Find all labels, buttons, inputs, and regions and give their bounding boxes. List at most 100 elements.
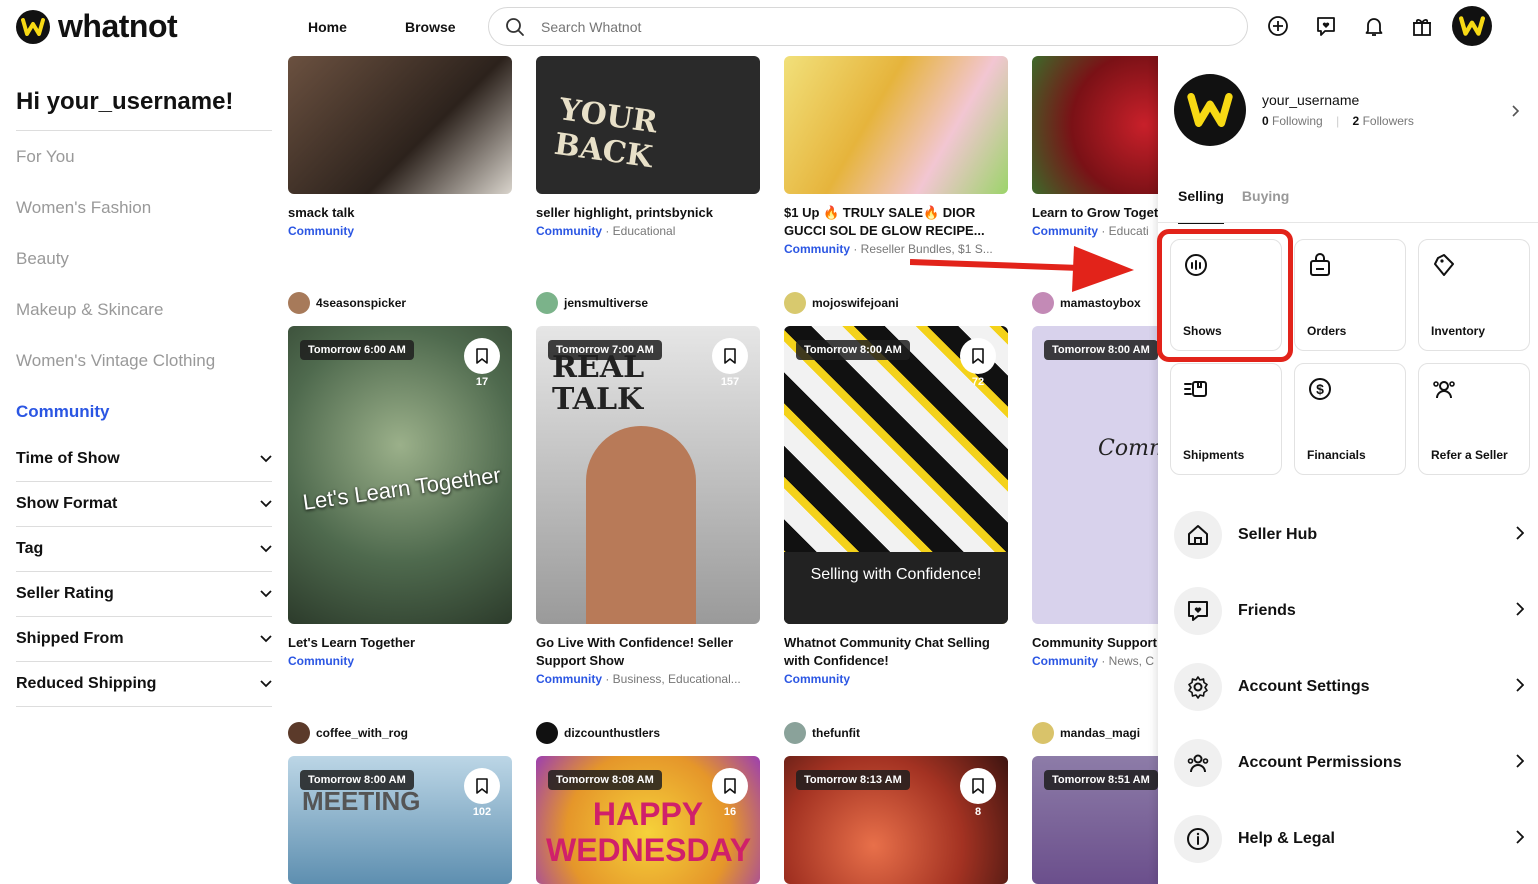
chevron-right-icon: [1516, 677, 1525, 697]
seller-name: mamastoybox: [1060, 296, 1141, 310]
filter-show-format[interactable]: Show Format: [16, 482, 272, 527]
category-womens-fashion[interactable]: Women's Fashion: [16, 182, 272, 233]
bookmark-count: 72: [971, 376, 985, 388]
chevron-right-icon: [1516, 525, 1525, 545]
show-time-badge: Tomorrow 7:00 AM: [548, 340, 662, 360]
gift-icon[interactable]: [1410, 14, 1434, 38]
messages-icon[interactable]: [1314, 14, 1338, 38]
bookmark-icon[interactable]: [712, 768, 748, 804]
show-category-link[interactable]: Community: [288, 654, 354, 668]
bookmark-count: 17: [475, 376, 489, 388]
category-makeup-skincare[interactable]: Makeup & Skincare: [16, 284, 272, 335]
menu-account-permissions[interactable]: Account Permissions: [1174, 735, 1525, 791]
show-card[interactable]: REAL TALK Tomorrow 7:00 AM 157 Go Live W…: [536, 326, 760, 688]
followers-count: 2: [1352, 114, 1360, 128]
show-time-badge: Tomorrow 8:51 AM: [1044, 770, 1158, 790]
show-category-link[interactable]: Community: [1032, 654, 1098, 668]
show-title: Let's Learn Together: [288, 635, 416, 650]
seller-link[interactable]: dizcounthustlers: [536, 722, 660, 744]
show-card[interactable]: $1 Up 🔥 TRULY SALE🔥 DIOR GUCCI SOL DE GL…: [784, 56, 1008, 258]
seller-link[interactable]: thefunfit: [784, 722, 860, 744]
chevron-right-icon[interactable]: [1512, 104, 1520, 122]
show-card[interactable]: YOUR BACK seller highlight, printsbynick…: [536, 56, 760, 240]
notifications-bell-icon[interactable]: [1362, 14, 1386, 38]
menu-account-settings[interactable]: Account Settings: [1174, 659, 1525, 715]
show-title: Whatnot Community Chat Selling with Conf…: [784, 635, 990, 668]
show-category-link[interactable]: Community: [784, 242, 850, 256]
bookmark-icon[interactable]: [464, 338, 500, 374]
filter-label: Reduced Shipping: [16, 675, 157, 692]
seller-link[interactable]: mandas_magi: [1032, 722, 1140, 744]
user-avatar[interactable]: [1452, 6, 1492, 46]
seller-link[interactable]: coffee_with_rog: [288, 722, 408, 744]
profile-summary[interactable]: your_username 0 Following | 2 Followers: [1174, 74, 1414, 146]
show-category-link[interactable]: Community: [288, 224, 354, 238]
seller-link[interactable]: 4seasonspicker: [288, 292, 406, 314]
filter-tag[interactable]: Tag: [16, 527, 272, 572]
tile-label: Refer a Seller: [1431, 448, 1508, 462]
show-thumbnail: [784, 56, 1008, 194]
tile-financials[interactable]: $ Financials: [1294, 363, 1406, 475]
bookmark-icon[interactable]: [960, 768, 996, 804]
show-card[interactable]: MEETING Tomorrow 8:00 AM 102: [288, 756, 512, 884]
menu-help-legal[interactable]: Help & Legal: [1174, 811, 1525, 867]
bag-icon: [1307, 252, 1333, 278]
menu-friends[interactable]: Friends: [1174, 583, 1525, 639]
show-title: $1 Up 🔥 TRULY SALE🔥 DIOR GUCCI SOL DE GL…: [784, 205, 985, 238]
search-input[interactable]: [541, 18, 1141, 35]
seller-link[interactable]: mojoswifejoani: [784, 292, 899, 314]
tile-label: Inventory: [1431, 324, 1486, 338]
show-card[interactable]: Selling with Confidence! Tomorrow 8:00 A…: [784, 326, 1008, 688]
tab-buying[interactable]: Buying: [1242, 188, 1289, 224]
seller-link[interactable]: jensmultiverse: [536, 292, 648, 314]
tile-inventory[interactable]: Inventory: [1418, 239, 1530, 351]
show-category-link[interactable]: Community: [536, 672, 602, 686]
annotation-arrow-icon: [910, 246, 1134, 292]
add-circle-icon[interactable]: [1266, 14, 1290, 38]
filter-time-of-show[interactable]: Time of Show: [16, 437, 272, 482]
thumbnail-overlay-text: MEETING: [302, 786, 421, 816]
seller-name: thefunfit: [812, 726, 860, 740]
bookmark-icon[interactable]: [712, 338, 748, 374]
divider: [1158, 222, 1538, 223]
bookmark-icon[interactable]: [464, 768, 500, 804]
tile-shipments[interactable]: Shipments: [1170, 363, 1282, 475]
show-card[interactable]: smack talk Community: [288, 56, 512, 240]
show-card[interactable]: HAPPY WEDNESDAY Tomorrow 8:08 AM 16: [536, 756, 760, 884]
menu-seller-hub[interactable]: Seller Hub: [1174, 507, 1525, 563]
seller-avatar: [536, 722, 558, 744]
tile-refer-seller[interactable]: Refer a Seller: [1418, 363, 1530, 475]
nav-home[interactable]: Home: [308, 19, 347, 35]
category-womens-vintage[interactable]: Women's Vintage Clothing: [16, 335, 272, 386]
category-for-you[interactable]: For You: [16, 131, 272, 182]
left-sidebar: Hi your_username! For You Women's Fashio…: [16, 60, 272, 707]
show-card[interactable]: Let's Learn Together Tomorrow 6:00 AM 17…: [288, 326, 512, 670]
filter-seller-rating[interactable]: Seller Rating: [16, 572, 272, 617]
show-category-link[interactable]: Community: [536, 224, 602, 238]
menu-label: Help & Legal: [1238, 830, 1335, 847]
nav-browse[interactable]: Browse: [405, 19, 456, 35]
show-meta: Community · Educational: [536, 224, 676, 238]
whatnot-logo[interactable]: whatnot: [16, 8, 178, 45]
category-community[interactable]: Community: [16, 386, 272, 437]
bookmark-icon[interactable]: [960, 338, 996, 374]
seller-avatar: [784, 292, 806, 314]
chevron-down-icon: [260, 495, 272, 513]
show-card[interactable]: Tomorrow 8:13 AM 8: [784, 756, 1008, 884]
show-meta: Community · Business, Educational...: [536, 672, 741, 686]
profile-stats: 0 Following | 2 Followers: [1262, 114, 1414, 128]
filter-reduced-shipping[interactable]: Reduced Shipping: [16, 662, 272, 707]
tab-selling[interactable]: Selling: [1178, 188, 1224, 224]
show-tags: Educational: [612, 224, 676, 238]
filter-label: Tag: [16, 540, 44, 557]
show-category-link[interactable]: Community: [784, 672, 850, 686]
search-bar[interactable]: [488, 7, 1248, 46]
show-title: seller highlight, printsbynick: [536, 205, 713, 220]
bookmark-count: 8: [974, 806, 982, 818]
tile-orders[interactable]: Orders: [1294, 239, 1406, 351]
filter-shipped-from[interactable]: Shipped From: [16, 617, 272, 662]
following-count: 0: [1262, 114, 1269, 128]
category-beauty[interactable]: Beauty: [16, 233, 272, 284]
show-time-badge: Tomorrow 8:00 AM: [796, 340, 910, 360]
svg-text:$: $: [1316, 381, 1324, 397]
